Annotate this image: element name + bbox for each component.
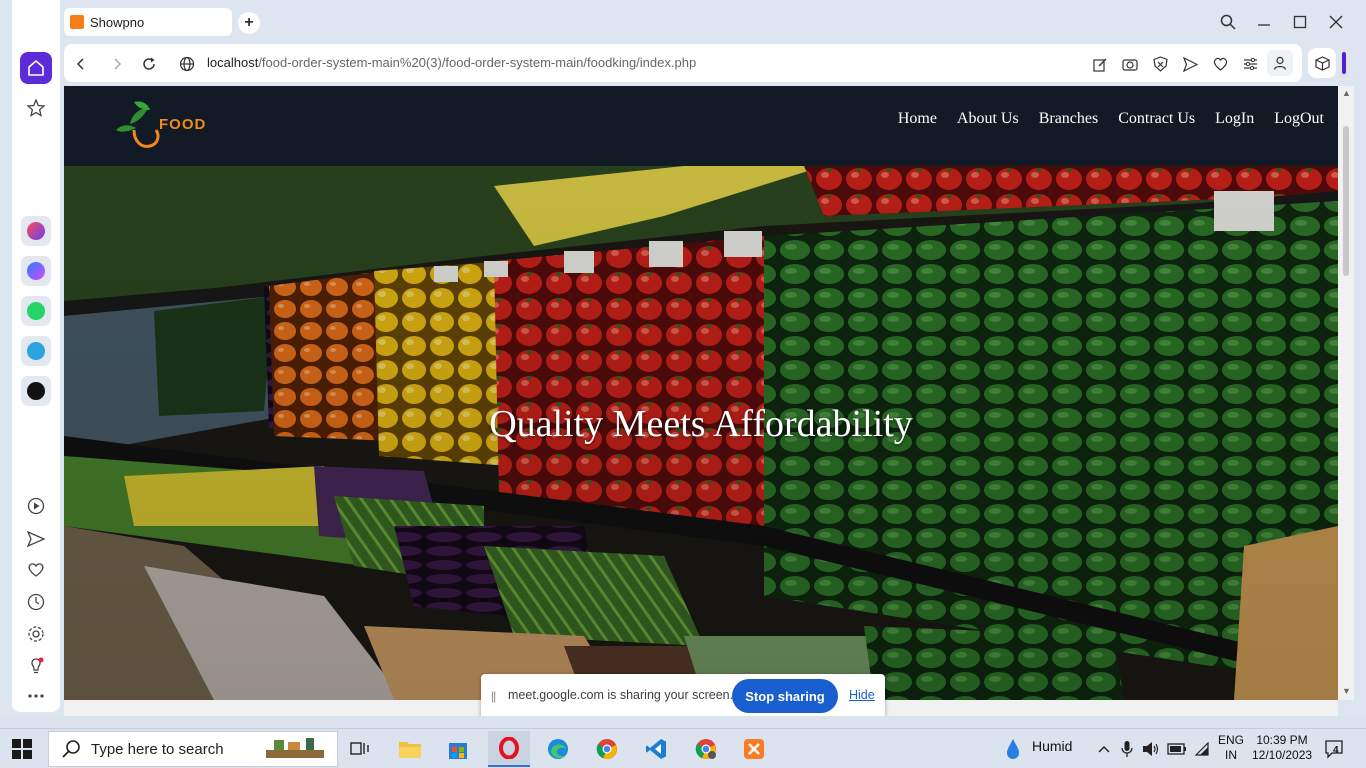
heart-icon[interactable] xyxy=(20,554,52,586)
hide-link[interactable]: Hide xyxy=(849,688,875,702)
forward-icon[interactable] xyxy=(106,53,128,75)
search-highlight-icon xyxy=(265,738,324,758)
nav-contact-link[interactable]: Contract Us xyxy=(1118,110,1195,128)
language-indicator[interactable]: ENG IN xyxy=(1218,733,1244,763)
lightbulb-icon[interactable] xyxy=(20,650,52,682)
more-icon[interactable] xyxy=(20,680,52,712)
region-code: IN xyxy=(1225,748,1237,762)
tiktok-icon[interactable] xyxy=(21,376,51,406)
edit-icon[interactable] xyxy=(1090,54,1110,74)
windows-start-icon[interactable] xyxy=(12,739,32,759)
home-icon[interactable] xyxy=(20,52,52,84)
star-icon[interactable] xyxy=(20,92,52,124)
stop-sharing-button[interactable]: Stop sharing xyxy=(732,679,838,713)
battery-icon[interactable] xyxy=(1166,735,1188,763)
screen-share-bar: || meet.google.com is sharing your scree… xyxy=(481,674,885,718)
whatsapp-icon[interactable] xyxy=(21,296,51,326)
new-tab-button[interactable]: + xyxy=(238,12,260,34)
windows-taskbar: Type here to search Humid ENG IN 10:39 P… xyxy=(0,728,1366,768)
opera-sidebar xyxy=(0,0,64,726)
editor-status-strip xyxy=(0,716,1366,728)
scroll-thumb[interactable] xyxy=(1343,126,1349,276)
notification-count: 4 xyxy=(1333,745,1339,756)
settings-icon[interactable] xyxy=(20,618,52,650)
share-message: meet.google.com is sharing your screen. xyxy=(508,688,734,702)
wifi-icon[interactable] xyxy=(1192,735,1212,763)
microsoft-store-icon[interactable] xyxy=(444,735,472,763)
clock-time: 10:39 PM xyxy=(1256,733,1308,747)
messenger-icon[interactable] xyxy=(21,256,51,286)
tab-active[interactable]: Showpno xyxy=(64,8,232,36)
site-navbar: FOOD Home About Us Branches Contract Us … xyxy=(64,86,1338,166)
reload-icon[interactable] xyxy=(138,53,160,75)
file-explorer-icon[interactable] xyxy=(396,735,424,763)
easy-setup-icon[interactable] xyxy=(1240,54,1260,74)
maximize-icon[interactable] xyxy=(1287,10,1313,34)
taskbar-search[interactable]: Type here to search xyxy=(48,731,338,767)
chrome-icon[interactable] xyxy=(593,735,621,763)
history-icon[interactable] xyxy=(20,586,52,618)
hero-title: Quality Meets Affordability xyxy=(489,403,913,445)
url-host: localhost xyxy=(207,55,259,70)
camera-icon[interactable] xyxy=(1120,54,1140,74)
tab-title: Showpno xyxy=(90,14,145,30)
close-icon[interactable] xyxy=(1323,10,1349,34)
search-placeholder: Type here to search xyxy=(91,740,224,758)
nav-home-link[interactable]: Home xyxy=(898,110,937,128)
page-viewport: FOOD Home About Us Branches Contract Us … xyxy=(64,86,1338,700)
vertical-scrollbar[interactable]: ▲ ▼ xyxy=(1338,86,1354,700)
adblock-shield-icon[interactable] xyxy=(1150,54,1170,74)
notification-center-icon[interactable]: 4 xyxy=(1324,739,1344,759)
nav-login-link[interactable]: LogIn xyxy=(1215,110,1254,128)
volume-icon[interactable] xyxy=(1141,735,1161,763)
back-icon[interactable] xyxy=(70,53,92,75)
opera-taskbar-icon[interactable] xyxy=(488,731,530,767)
weather-drop-icon[interactable] xyxy=(1002,735,1024,763)
url-field[interactable]: localhost/food-order-system-main%20(3)/f… xyxy=(207,55,696,70)
nav-branches-link[interactable]: Branches xyxy=(1039,110,1099,128)
bookmark-heart-icon[interactable] xyxy=(1210,54,1230,74)
main-menu: Home About Us Branches Contract Us LogIn… xyxy=(898,110,1324,128)
minimize-icon[interactable] xyxy=(1251,10,1277,34)
extensions-cube-icon[interactable] xyxy=(1308,48,1336,78)
sidebar-toggle-indicator[interactable] xyxy=(1342,52,1346,74)
tab-bar: Showpno + xyxy=(64,0,1366,44)
send-page-icon[interactable] xyxy=(1180,54,1200,74)
scroll-up-icon[interactable]: ▲ xyxy=(1342,88,1351,98)
clock-date: 12/10/2023 xyxy=(1252,748,1313,762)
telegram-icon[interactable] xyxy=(21,336,51,366)
search-tabs-icon[interactable] xyxy=(1215,10,1241,34)
profile-icon[interactable] xyxy=(1267,50,1293,76)
vscode-icon[interactable] xyxy=(642,735,670,763)
edge-icon[interactable] xyxy=(544,735,572,763)
aria-icon[interactable] xyxy=(21,216,51,246)
chevron-up-icon[interactable] xyxy=(1095,735,1113,763)
weather-text[interactable]: Humid xyxy=(1032,738,1072,754)
send-icon[interactable] xyxy=(20,523,52,555)
nav-logout-link[interactable]: LogOut xyxy=(1274,110,1324,128)
url-path: /food-order-system-main%20(3)/food-order… xyxy=(258,55,697,70)
hero-banner: Quality Meets Affordability xyxy=(64,166,1338,700)
scroll-down-icon[interactable]: ▼ xyxy=(1342,686,1351,696)
address-bar: localhost/food-order-system-main%20(3)/f… xyxy=(64,44,1302,82)
chrome-profile-icon[interactable] xyxy=(692,735,720,763)
microphone-icon[interactable] xyxy=(1118,735,1136,763)
task-view-icon[interactable] xyxy=(346,735,374,763)
browser-window: Showpno + localhost/food-order-system-ma… xyxy=(0,0,1366,726)
search-icon xyxy=(62,740,80,758)
language-code: ENG xyxy=(1218,733,1245,747)
system-clock[interactable]: 10:39 PM 12/10/2023 xyxy=(1252,733,1312,763)
xampp-icon[interactable] xyxy=(740,735,768,763)
player-icon[interactable] xyxy=(20,490,52,522)
drag-handle-icon[interactable]: || xyxy=(491,689,496,703)
xampp-favicon-icon xyxy=(70,15,84,29)
logo-text[interactable]: FOOD xyxy=(159,116,206,133)
globe-icon[interactable] xyxy=(176,53,198,75)
nav-about-link[interactable]: About Us xyxy=(957,110,1019,128)
